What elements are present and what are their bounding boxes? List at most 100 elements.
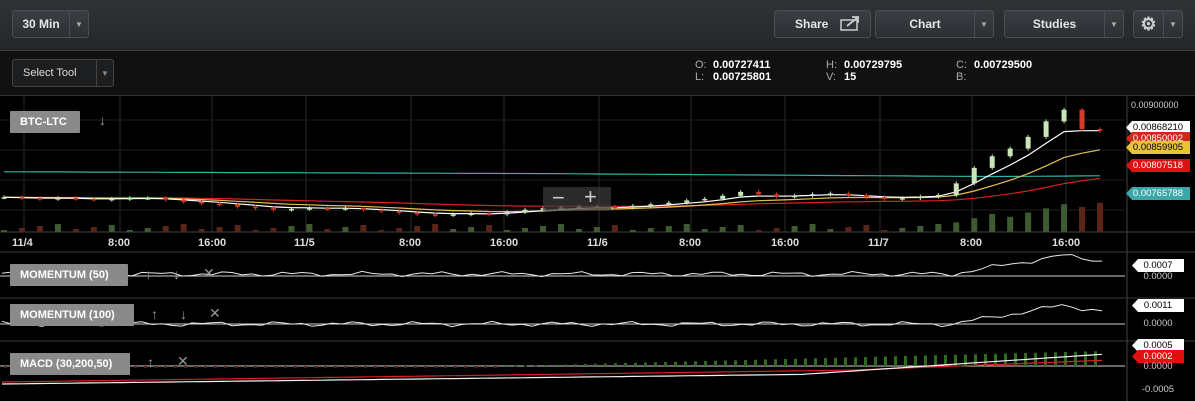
candle: [881, 197, 887, 199]
macd-histogram-bar: [354, 366, 357, 368]
price-tag: 0.00765788: [1126, 187, 1190, 200]
candle: [702, 198, 708, 201]
macd-histogram-bar: [234, 366, 237, 368]
volume-bar: [270, 228, 277, 232]
volume-bar: [18, 228, 25, 232]
macd-histogram-bar: [464, 366, 467, 368]
zoom-in-icon[interactable]: +: [584, 184, 597, 210]
macd-histogram-bar: [664, 362, 667, 366]
x-axis-tick-label: 16:00: [490, 237, 519, 249]
candle: [55, 198, 61, 200]
candle: [360, 208, 366, 210]
macd-histogram-bar: [744, 360, 747, 366]
candle: [91, 198, 97, 201]
price-tag: 0.00807518: [1126, 159, 1190, 172]
volume-bar: [665, 226, 672, 232]
ema-long-line: [4, 171, 1101, 178]
volume-bar: [1, 230, 7, 232]
candle: [181, 199, 187, 202]
arrow-down-icon[interactable]: ↓: [180, 306, 187, 322]
close-icon[interactable]: ✕: [177, 353, 189, 370]
macd-histogram-bar: [754, 359, 757, 366]
candle: [1061, 109, 1067, 122]
macd-histogram-bar: [134, 366, 137, 368]
candle: [199, 201, 205, 204]
volume-bar: [432, 224, 439, 232]
candle: [271, 208, 277, 210]
macd-histogram-bar: [624, 363, 627, 366]
macd-histogram-bar: [284, 366, 287, 368]
candle: [73, 198, 79, 200]
macd-histogram-bar: [864, 357, 867, 366]
macd-histogram-bar: [434, 366, 437, 368]
volume-bar: [611, 225, 618, 232]
volume-bar: [683, 224, 690, 232]
price-axis-label: 0.00900000: [1131, 100, 1179, 110]
volume-bar: [899, 228, 906, 232]
close-icon[interactable]: ✕: [203, 265, 215, 282]
volume-bar: [1007, 216, 1014, 232]
candle: [1, 197, 7, 199]
macd-histogram-bar: [974, 354, 977, 366]
macd-histogram-bar: [804, 358, 807, 366]
x-axis-tick-label: 8:00: [679, 237, 702, 249]
x-axis-tick-label: 11/6: [587, 237, 608, 249]
zoom-out-icon[interactable]: −: [552, 185, 565, 211]
study-label-macd[interactable]: MACD (30,200,50): [10, 353, 130, 375]
volume-bar: [1097, 202, 1103, 232]
arrow-up-icon[interactable]: ↑: [147, 354, 154, 370]
momentum-100-line: [1, 304, 1103, 328]
study-label-momentum-50[interactable]: MOMENTUM (50): [10, 264, 128, 286]
macd-histogram-bar: [324, 366, 327, 368]
volume-bar: [953, 222, 960, 232]
macd-histogram-bar: [604, 363, 607, 366]
candle: [127, 198, 133, 200]
volume-bar: [450, 229, 457, 232]
macd-histogram-bar: [1044, 352, 1047, 366]
candle: [1097, 129, 1103, 131]
x-axis-tick-label: 16:00: [198, 237, 227, 249]
candle: [468, 213, 474, 216]
macd-histogram-bar: [834, 357, 837, 366]
macd-histogram-bar: [764, 359, 767, 366]
macd-histogram-bar: [424, 366, 427, 368]
candle: [486, 213, 492, 216]
volume-bar: [378, 230, 385, 232]
candle: [522, 209, 528, 213]
volume-bar: [126, 230, 133, 232]
macd-histogram-bar: [824, 358, 827, 366]
candle: [953, 183, 959, 195]
x-axis-tick-label: 11/7: [868, 237, 889, 249]
volume-bar: [342, 227, 349, 232]
volume-bar: [396, 228, 403, 232]
volume-bar: [737, 225, 744, 232]
volume-bar: [522, 228, 529, 232]
macd-histogram-bar: [1074, 351, 1077, 366]
macd-histogram-bar: [244, 366, 247, 368]
volume-bar: [971, 218, 978, 232]
candle: [899, 198, 905, 200]
volume-bar: [791, 226, 798, 232]
symbol-label[interactable]: BTC-LTC: [10, 111, 80, 133]
x-axis-tick-label: 8:00: [399, 237, 422, 249]
study-label-momentum-100[interactable]: MOMENTUM (100): [10, 304, 134, 326]
arrow-down-icon[interactable]: ↓: [99, 112, 106, 128]
arrow-up-icon[interactable]: ↑: [145, 266, 152, 282]
macd-histogram-bar: [384, 366, 387, 368]
macd-histogram-bar: [794, 358, 797, 366]
arrow-up-icon[interactable]: ↑: [151, 306, 158, 322]
macd-histogram-bar: [574, 364, 577, 366]
study-value-tag: 0.0000: [1143, 361, 1173, 372]
arrow-down-icon[interactable]: ↓: [173, 266, 180, 282]
volume-bar: [288, 226, 295, 232]
macd-histogram-bar: [1084, 351, 1087, 366]
candle: [845, 193, 851, 195]
volume-bar: [144, 228, 151, 232]
volume-bar: [360, 225, 367, 232]
volume-bar: [180, 224, 187, 232]
close-icon[interactable]: ✕: [209, 305, 221, 322]
macd-histogram-bar: [774, 359, 777, 366]
candle: [720, 195, 726, 199]
candle: [504, 212, 510, 215]
candle: [648, 204, 654, 206]
